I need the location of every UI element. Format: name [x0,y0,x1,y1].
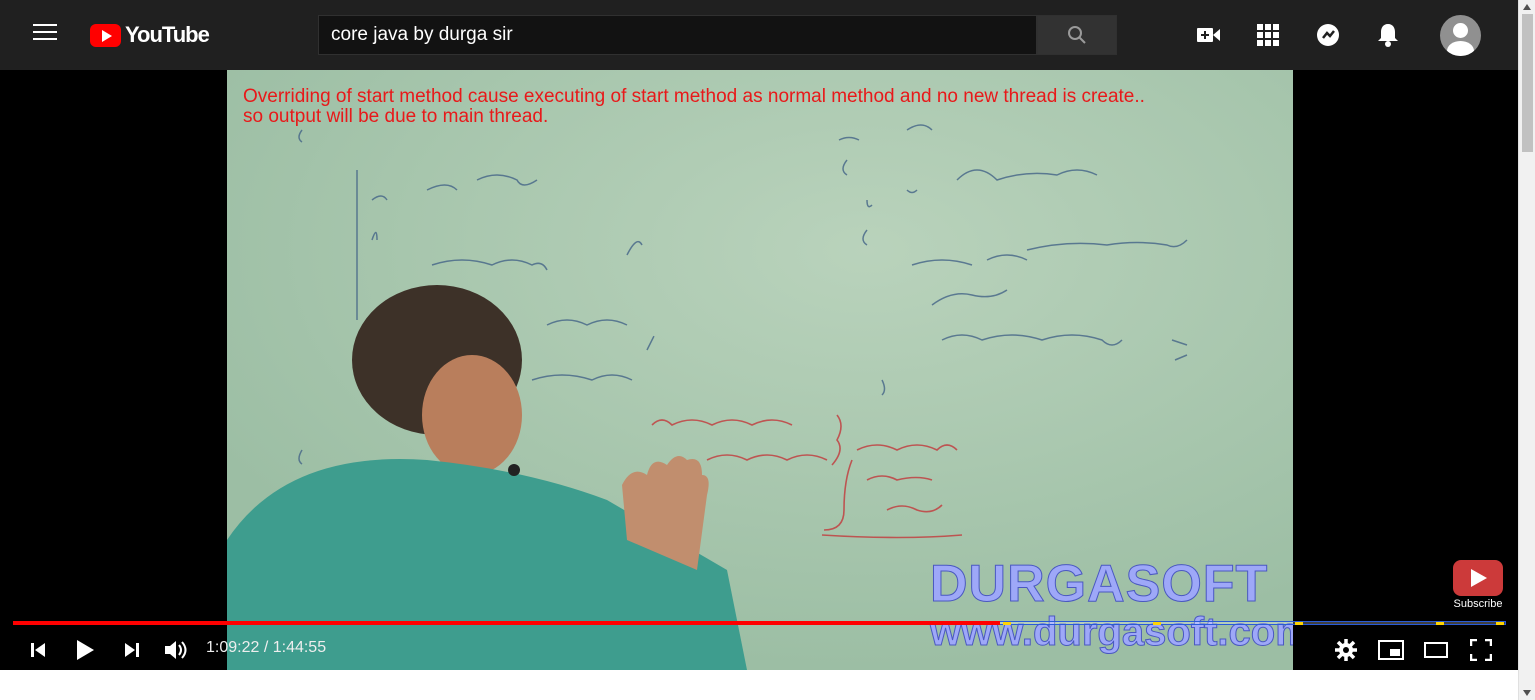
notifications-icon[interactable] [1375,22,1401,48]
caption-line-1: Overriding of start method cause executi… [243,86,1145,107]
scroll-down-icon[interactable] [1523,690,1531,696]
subscribe-play-icon [1453,560,1503,596]
previous-icon[interactable] [24,636,52,664]
chapter-marker [1436,622,1444,625]
progress-bar[interactable] [13,618,1506,628]
apps-icon[interactable] [1255,22,1281,48]
fullscreen-icon[interactable] [1467,636,1495,664]
theater-mode-icon[interactable] [1422,636,1450,664]
search-icon [1068,26,1086,44]
page-scrollbar[interactable] [1518,0,1535,700]
time-display: 1:09:22 / 1:44:55 [206,639,327,656]
play-icon[interactable] [71,636,99,664]
messages-icon[interactable] [1315,22,1341,48]
page-below-player [0,670,1518,700]
video-player[interactable]: Overriding of start method cause executi… [0,70,1518,670]
overlay-caption: Overriding of start method cause executi… [243,87,1243,127]
subscribe-branding[interactable]: Subscribe [1452,560,1504,610]
settings-icon[interactable] [1332,636,1360,664]
youtube-logo[interactable]: YouTube [90,22,210,48]
video-frame[interactable]: Overriding of start method cause executi… [227,70,1293,670]
chapter-marker [1496,622,1504,625]
menu-icon[interactable] [33,24,57,46]
chapter-marker [1153,622,1161,625]
search-button[interactable] [1037,15,1117,55]
subscribe-label: Subscribe [1453,598,1503,610]
caption-line-2: so output will be due to main thread. [243,106,549,127]
next-icon[interactable] [118,636,146,664]
search-input[interactable]: core java by durga sir [318,15,1037,55]
volume-icon[interactable] [162,636,190,664]
progress-played [13,621,1000,625]
scroll-up-icon[interactable] [1523,4,1531,10]
youtube-play-icon [90,23,121,47]
chapter-marker [1295,622,1303,625]
miniplayer-icon[interactable] [1377,636,1405,664]
logo-text: YouTube [125,22,210,47]
scroll-thumb[interactable] [1522,14,1533,152]
account-avatar[interactable] [1440,15,1481,56]
player-controls: 1:09:22 / 1:44:55 [0,630,1518,670]
chapter-marker [1003,622,1011,625]
masthead: YouTube core java by durga sir [0,0,1518,70]
watermark-brand: DURGASOFT [930,555,1269,613]
create-video-icon[interactable] [1195,22,1221,48]
